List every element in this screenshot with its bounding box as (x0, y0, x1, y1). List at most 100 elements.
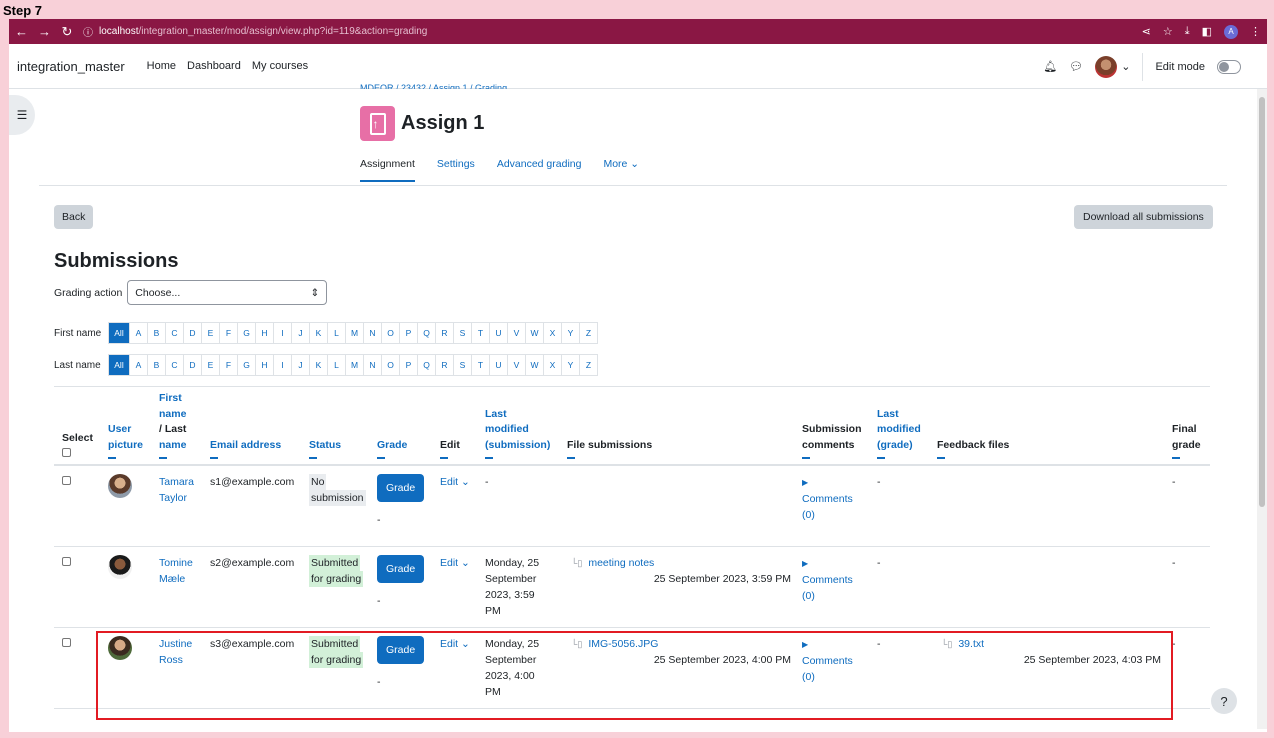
initial-letter[interactable]: O (381, 355, 399, 375)
nav-dashboard[interactable]: Dashboard (187, 60, 241, 72)
site-name[interactable]: integration_master (17, 59, 125, 74)
download-all-button[interactable]: Download all submissions (1074, 205, 1213, 229)
grading-action-select[interactable]: Choose... ⇕ (127, 280, 328, 305)
initial-all[interactable]: All (109, 355, 129, 375)
page-scrollbar[interactable] (1257, 89, 1267, 729)
download-icon[interactable]: ⤓ (1185, 25, 1190, 38)
back-arrow-icon[interactable]: ← (15, 24, 28, 40)
initial-letter[interactable]: I (273, 355, 291, 375)
header-name[interactable]: First name / Last name (151, 386, 202, 466)
header-status[interactable]: Status (301, 386, 369, 466)
user-avatar[interactable] (108, 635, 132, 660)
initial-letter[interactable]: E (201, 355, 219, 375)
initial-letter[interactable]: U (489, 355, 507, 375)
initial-letter[interactable]: M (345, 355, 363, 375)
user-name-link[interactable]: Tamara Taylor (159, 476, 194, 504)
initial-letter[interactable]: F (219, 323, 237, 343)
initial-letter[interactable]: H (255, 355, 273, 375)
grade-button[interactable]: Grade (377, 554, 425, 583)
tab-assignment[interactable]: Assignment (360, 152, 415, 182)
header-user-picture[interactable]: User picture (100, 386, 151, 466)
initial-letter[interactable]: W (525, 323, 543, 343)
initial-letter[interactable]: Z (579, 355, 597, 375)
initial-letter[interactable]: K (309, 323, 327, 343)
tab-advanced-grading[interactable]: Advanced grading (497, 152, 582, 182)
initial-letter[interactable]: L (327, 355, 345, 375)
address-bar[interactable]: ⓘ localhost/integration_master/mod/assig… (83, 24, 1142, 39)
initial-letter[interactable]: C (165, 355, 183, 375)
initial-letter[interactable]: Z (579, 323, 597, 343)
initial-letter[interactable]: R (435, 323, 453, 343)
reload-icon[interactable]: ↻ (61, 24, 73, 40)
initial-letter[interactable]: B (147, 355, 165, 375)
chat-icon[interactable]: 💬︎ (1069, 60, 1083, 73)
header-grade[interactable]: Grade (369, 386, 432, 466)
header-last-modified-grade[interactable]: Last modified (grade) (869, 386, 929, 466)
user-avatar[interactable] (108, 554, 132, 579)
initial-letter[interactable]: A (129, 323, 147, 343)
initial-letter[interactable]: P (399, 355, 417, 375)
initial-letter[interactable]: L (327, 323, 345, 343)
header-email[interactable]: Email address (202, 386, 301, 466)
comments-link[interactable]: Comments (0) (802, 493, 853, 521)
tab-more[interactable]: More ⌄ (603, 152, 639, 182)
edit-menu[interactable]: Edit ⌄ (440, 557, 470, 569)
tab-settings[interactable]: Settings (437, 152, 475, 182)
feedback-file-link[interactable]: 39.txt (958, 638, 984, 650)
initial-letter[interactable]: W (525, 355, 543, 375)
comments-link[interactable]: Comments (0) (802, 574, 853, 602)
user-name-link[interactable]: Justine Ross (159, 638, 192, 666)
edit-menu[interactable]: Edit ⌄ (440, 638, 470, 650)
file-link[interactable]: IMG-5056.JPG (588, 638, 658, 650)
row-select-checkbox[interactable] (62, 637, 71, 647)
initial-letter[interactable]: V (507, 323, 525, 343)
initial-letter[interactable]: J (291, 355, 309, 375)
initial-letter[interactable]: N (363, 323, 381, 343)
star-icon[interactable]: ☆ (1163, 25, 1173, 38)
initial-letter[interactable]: T (471, 323, 489, 343)
nav-home[interactable]: Home (147, 60, 176, 72)
forward-arrow-icon[interactable]: → (38, 24, 51, 40)
menu-dots-icon[interactable]: ⋮ (1250, 25, 1261, 38)
expand-triangle-icon[interactable]: ▶ (802, 640, 808, 649)
initial-letter[interactable]: I (273, 323, 291, 343)
profile-avatar[interactable]: A (1224, 24, 1238, 39)
initial-letter[interactable]: J (291, 323, 309, 343)
edit-mode-toggle[interactable] (1217, 59, 1241, 74)
breadcrumb[interactable]: MDEQR / 23432 / Assign 1 / Grading (360, 83, 507, 89)
edit-menu[interactable]: Edit ⌄ (440, 476, 470, 488)
initial-letter[interactable]: X (543, 355, 561, 375)
initial-letter[interactable]: Y (561, 355, 579, 375)
expand-triangle-icon[interactable]: ▶ (802, 559, 808, 568)
row-select-checkbox[interactable] (62, 476, 71, 485)
initial-letter[interactable]: E (201, 323, 219, 343)
initial-letter[interactable]: Q (417, 323, 435, 343)
help-button[interactable]: ? (1211, 688, 1237, 714)
nav-my-courses[interactable]: My courses (252, 60, 308, 72)
initial-letter[interactable]: Y (561, 323, 579, 343)
initial-letter[interactable]: Q (417, 355, 435, 375)
grade-button[interactable]: Grade (377, 474, 425, 502)
initial-letter[interactable]: F (219, 355, 237, 375)
scrollbar-thumb[interactable] (1259, 97, 1265, 507)
initial-letter[interactable]: S (453, 355, 471, 375)
initial-letter[interactable]: T (471, 355, 489, 375)
share-icon[interactable]: ⋖ (1142, 25, 1151, 38)
initial-letter[interactable]: N (363, 355, 381, 375)
user-menu[interactable]: ⌄ (1095, 55, 1130, 78)
header-last-modified-submission[interactable]: Last modified (submission) (477, 386, 559, 466)
user-name-link[interactable]: Tomine Mæle (159, 557, 193, 585)
initial-letter[interactable]: O (381, 323, 399, 343)
back-button[interactable]: Back (54, 205, 94, 229)
bell-icon[interactable]: 🔔︎ (1043, 60, 1057, 73)
row-select-checkbox[interactable] (62, 556, 71, 566)
initial-letter[interactable]: D (183, 323, 201, 343)
initial-letter[interactable]: P (399, 323, 417, 343)
comments-link[interactable]: Comments (0) (802, 655, 853, 683)
initial-letter[interactable]: B (147, 323, 165, 343)
initial-letter[interactable]: H (255, 323, 273, 343)
user-avatar[interactable] (108, 474, 132, 498)
initial-letter[interactable]: C (165, 323, 183, 343)
initial-letter[interactable]: G (237, 355, 255, 375)
sidepanel-icon[interactable]: ◧ (1202, 25, 1212, 38)
